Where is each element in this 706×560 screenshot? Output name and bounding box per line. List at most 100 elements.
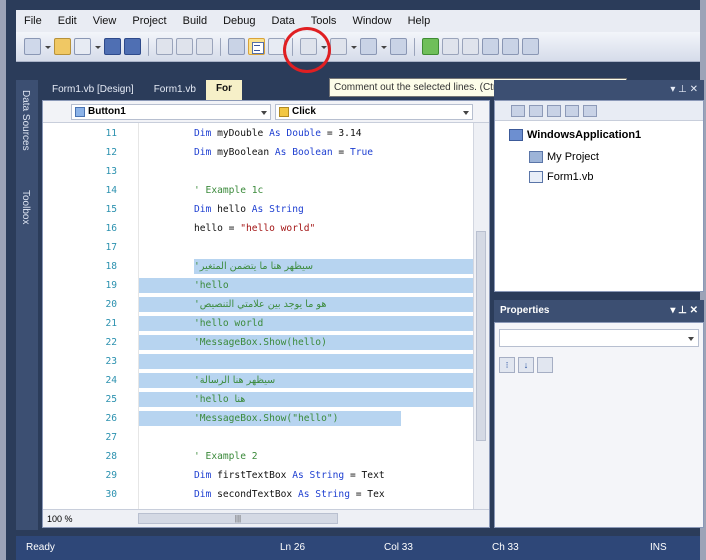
code-token: = Text [344,470,385,481]
code-area[interactable]: 11 Dim myDouble As Double = 3.14 12 Dim myB… [43,123,473,509]
navigate-back-icon[interactable] [360,38,377,55]
start-debugging-icon[interactable] [422,38,439,55]
menu-data[interactable]: Data [272,15,295,27]
toolbar-separator [220,37,221,56]
tree-project-root[interactable]: WindowsApplication1 [509,129,641,141]
save-icon[interactable] [104,38,121,55]
code-token: As String [251,204,304,215]
zoom-level[interactable]: 100 % [43,514,93,524]
code-line[interactable]: 14 ' Example 1c [43,183,473,198]
stop-icon[interactable] [462,38,479,55]
code-line[interactable]: 22 'MessageBox.Show(hello) [43,335,473,350]
refresh-icon[interactable] [547,104,561,117]
solution-explorer-icon[interactable] [482,38,499,55]
line-number: Ln 26 [280,542,306,553]
code-line[interactable]: 25 'hello هنا [43,392,473,407]
data-sources-tab[interactable]: Data Sources [20,90,31,151]
navigate-dropdown[interactable] [380,38,387,55]
line-number: 17 [105,242,117,253]
navigate-forward-icon[interactable] [390,38,407,55]
code-line[interactable]: 29 Dim firstTextBox As String = Text [43,468,473,483]
code-line[interactable]: 30 Dim secondTextBox As String = Tex [43,487,473,502]
cut-icon[interactable] [156,38,173,55]
code-line[interactable]: 26 'MessageBox.Show("hello") [43,411,473,426]
menu-debug[interactable]: Debug [223,15,255,27]
vertical-scroll-thumb[interactable] [476,231,486,441]
menu-build[interactable]: Build [183,15,207,27]
line-text: ' Example 2 [194,449,258,464]
menu-file[interactable]: File [24,15,42,27]
standard-toolbar [16,32,700,62]
method-name-combo[interactable]: Click [275,104,473,120]
line-number: 21 [105,318,117,329]
code-line[interactable]: 23 [43,354,473,369]
alphabetical-icon[interactable]: ↓ [518,357,534,373]
code-token: = [332,147,350,158]
code-line[interactable]: 27 [43,430,473,445]
toolbox-tab[interactable]: Toolbox [20,190,31,224]
tree-item-form1[interactable]: Form1.vb [529,171,593,183]
tree-item-my-project[interactable]: My Project [529,151,599,163]
menu-view[interactable]: View [93,15,117,27]
code-line[interactable]: 28 ' Example 2 [43,449,473,464]
code-line[interactable]: 24 'سيظهر هنا الرسالة [43,373,473,388]
add-item-dropdown[interactable] [94,38,101,55]
add-project-dropdown[interactable] [44,38,51,55]
add-item-icon[interactable] [74,38,91,55]
editor-nav-bar: Button1 Click [43,101,489,123]
redo-icon[interactable] [330,38,347,55]
categorized-icon[interactable]: ⁝ [499,357,515,373]
class-name-combo[interactable]: Button1 [71,104,271,120]
paste-icon[interactable] [196,38,213,55]
redo-dropdown[interactable] [350,38,357,55]
code-line[interactable]: 20 'هو ما يوجد بين علامتي التنصيص [43,297,473,312]
line-number: 28 [105,451,117,462]
find-icon[interactable] [228,38,245,55]
menu-project[interactable]: Project [132,15,166,27]
tab-active[interactable]: For [205,80,243,100]
line-text: 'سيظهر هنا ما يتضمن المتغير [194,259,313,274]
open-file-icon[interactable] [54,38,71,55]
menu-help[interactable]: Help [408,15,431,27]
code-token: As String [297,489,350,500]
view-code-icon[interactable] [565,104,579,117]
code-editor[interactable]: Button1 Click 11 Dim myDouble As Double =… [42,100,490,528]
menu-edit[interactable]: Edit [58,15,77,27]
pause-icon[interactable] [442,38,459,55]
pane-controls[interactable]: ▾ ⊥ ✕ [670,305,698,317]
add-project-icon[interactable] [24,38,41,55]
comment-lines-icon[interactable] [248,38,265,55]
code-token: Dim [194,489,218,500]
view-designer-icon[interactable] [583,104,597,117]
copy-icon[interactable] [176,38,193,55]
save-all-icon[interactable] [124,38,141,55]
properties-window-icon[interactable] [502,38,519,55]
code-token: ' Example 2 [194,451,258,462]
code-line[interactable]: 16 hello = "hello world" [43,221,473,236]
show-all-files-icon[interactable] [529,104,543,117]
line-number: 26 [105,413,117,424]
code-line[interactable]: 19 'hello [43,278,473,293]
horizontal-scroll-thumb[interactable]: ||| [138,513,338,524]
code-line[interactable]: 11 Dim myDouble As Double = 3.14 [43,126,473,141]
solution-explorer: WindowsApplication1 My Project Form1.vb [494,100,704,292]
code-line[interactable]: 21 'hello world [43,316,473,331]
code-line[interactable]: 17 [43,240,473,255]
code-line[interactable]: 12 Dim myBoolean As Boolean = True [43,145,473,160]
menu-window[interactable]: Window [352,15,391,27]
line-text: Dim firstTextBox As String = Text [194,468,385,483]
line-text: Dim hello As String [194,202,304,217]
menu-tools[interactable]: Tools [311,15,337,27]
side-strip: Data Sources Toolbox [16,80,38,530]
toolbox-icon[interactable] [522,38,539,55]
properties-icon[interactable] [511,104,525,117]
properties-title: Properties [500,305,550,316]
code-line[interactable]: 13 [43,164,473,179]
property-pages-icon[interactable] [537,357,553,373]
object-selector[interactable] [499,329,699,347]
selection-highlight [139,354,473,369]
code-line[interactable]: 18 'سيظهر هنا ما يتضمن المتغير [43,259,473,274]
tab-form1-code[interactable]: Form1.vb [144,81,206,100]
tab-form1-design[interactable]: Form1.vb [Design] [42,81,144,100]
code-line[interactable]: 15 Dim hello As String [43,202,473,217]
